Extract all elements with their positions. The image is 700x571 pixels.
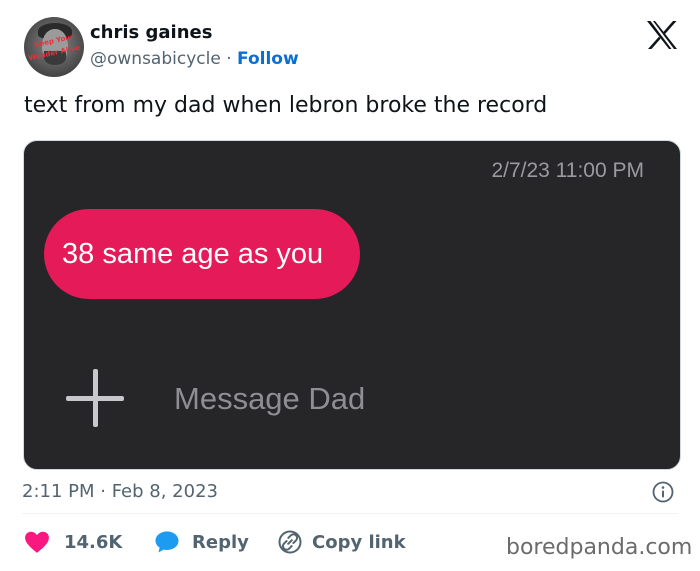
handle-separator: · xyxy=(226,49,232,69)
author-name[interactable]: chris gaines xyxy=(90,22,212,43)
reply-button[interactable]: Reply xyxy=(154,530,249,554)
like-button[interactable]: 14.6K xyxy=(24,530,122,554)
divider xyxy=(22,513,678,514)
handle-row: @ownsabicycle · Follow xyxy=(90,49,299,69)
plus-icon xyxy=(66,369,124,427)
follow-button[interactable]: Follow xyxy=(237,49,299,69)
link-icon xyxy=(278,530,302,554)
tweet-timestamp[interactable]: 2:11 PM · Feb 8, 2023 xyxy=(22,481,218,502)
tweet-media-image[interactable]: 2/7/23 11:00 PM 38 same age as you Messa… xyxy=(23,140,681,470)
watermark: boredpanda.com xyxy=(506,535,693,560)
copy-link-button[interactable]: Copy link xyxy=(278,530,406,554)
copy-link-label: Copy link xyxy=(312,531,406,553)
info-icon[interactable] xyxy=(652,481,674,503)
x-logo-icon[interactable] xyxy=(646,21,678,49)
like-count: 14.6K xyxy=(64,531,123,553)
message-text: 38 same age as you xyxy=(62,237,324,270)
message-bubble: 38 same age as you xyxy=(44,209,360,299)
author-handle[interactable]: @ownsabicycle xyxy=(90,49,221,69)
speech-bubble-icon xyxy=(155,531,179,553)
avatar[interactable]: Keep Your Wonder Alive xyxy=(24,17,84,77)
heart-icon xyxy=(25,531,49,553)
message-timestamp: 2/7/23 11:00 PM xyxy=(491,159,644,182)
reply-label: Reply xyxy=(192,531,249,553)
compose-placeholder: Message Dad xyxy=(174,381,366,416)
tweet-text: text from my dad when lebron broke the r… xyxy=(24,93,548,118)
